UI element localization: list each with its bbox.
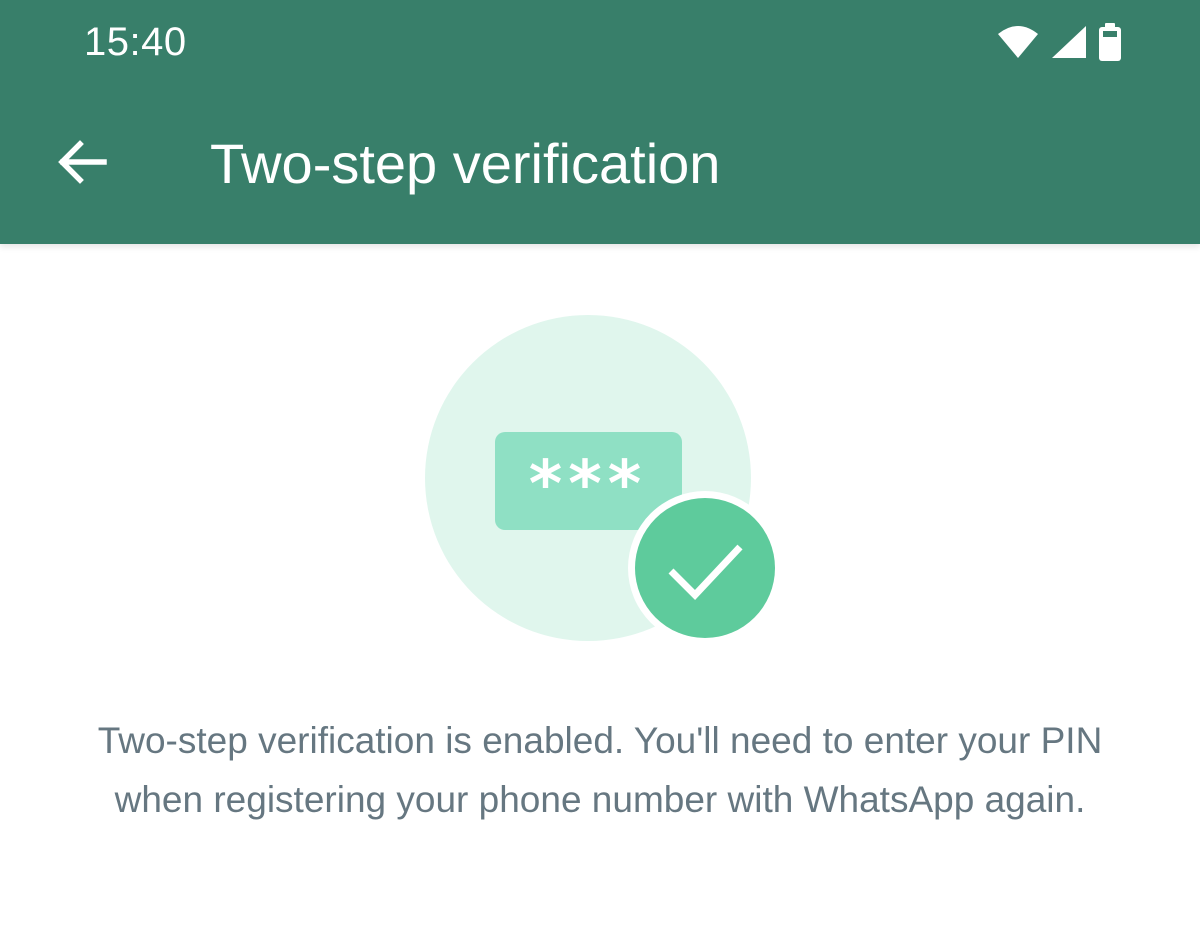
page-title: Two-step verification <box>210 132 721 195</box>
wifi-icon <box>998 26 1038 58</box>
battery-icon <box>1099 23 1121 61</box>
pin-mask: *** <box>529 448 647 522</box>
toolbar: Two-step verification <box>0 96 1200 236</box>
app-bar: 15:40 Two-step verification <box>0 0 1200 244</box>
status-bar: 15:40 <box>0 0 1200 90</box>
status-time: 15:40 <box>84 20 187 64</box>
arrow-left-icon <box>58 140 107 184</box>
status-icons <box>996 22 1122 62</box>
status-description: Two-step verification is enabled. You'll… <box>97 720 1103 820</box>
back-button[interactable] <box>44 124 120 200</box>
verification-illustration: *** <box>420 310 790 655</box>
cellular-signal-icon <box>1052 26 1086 58</box>
check-circle-icon <box>628 491 782 645</box>
two-step-verification-screen: 15:40 Two-step verification *** Two-step… <box>0 0 1200 941</box>
